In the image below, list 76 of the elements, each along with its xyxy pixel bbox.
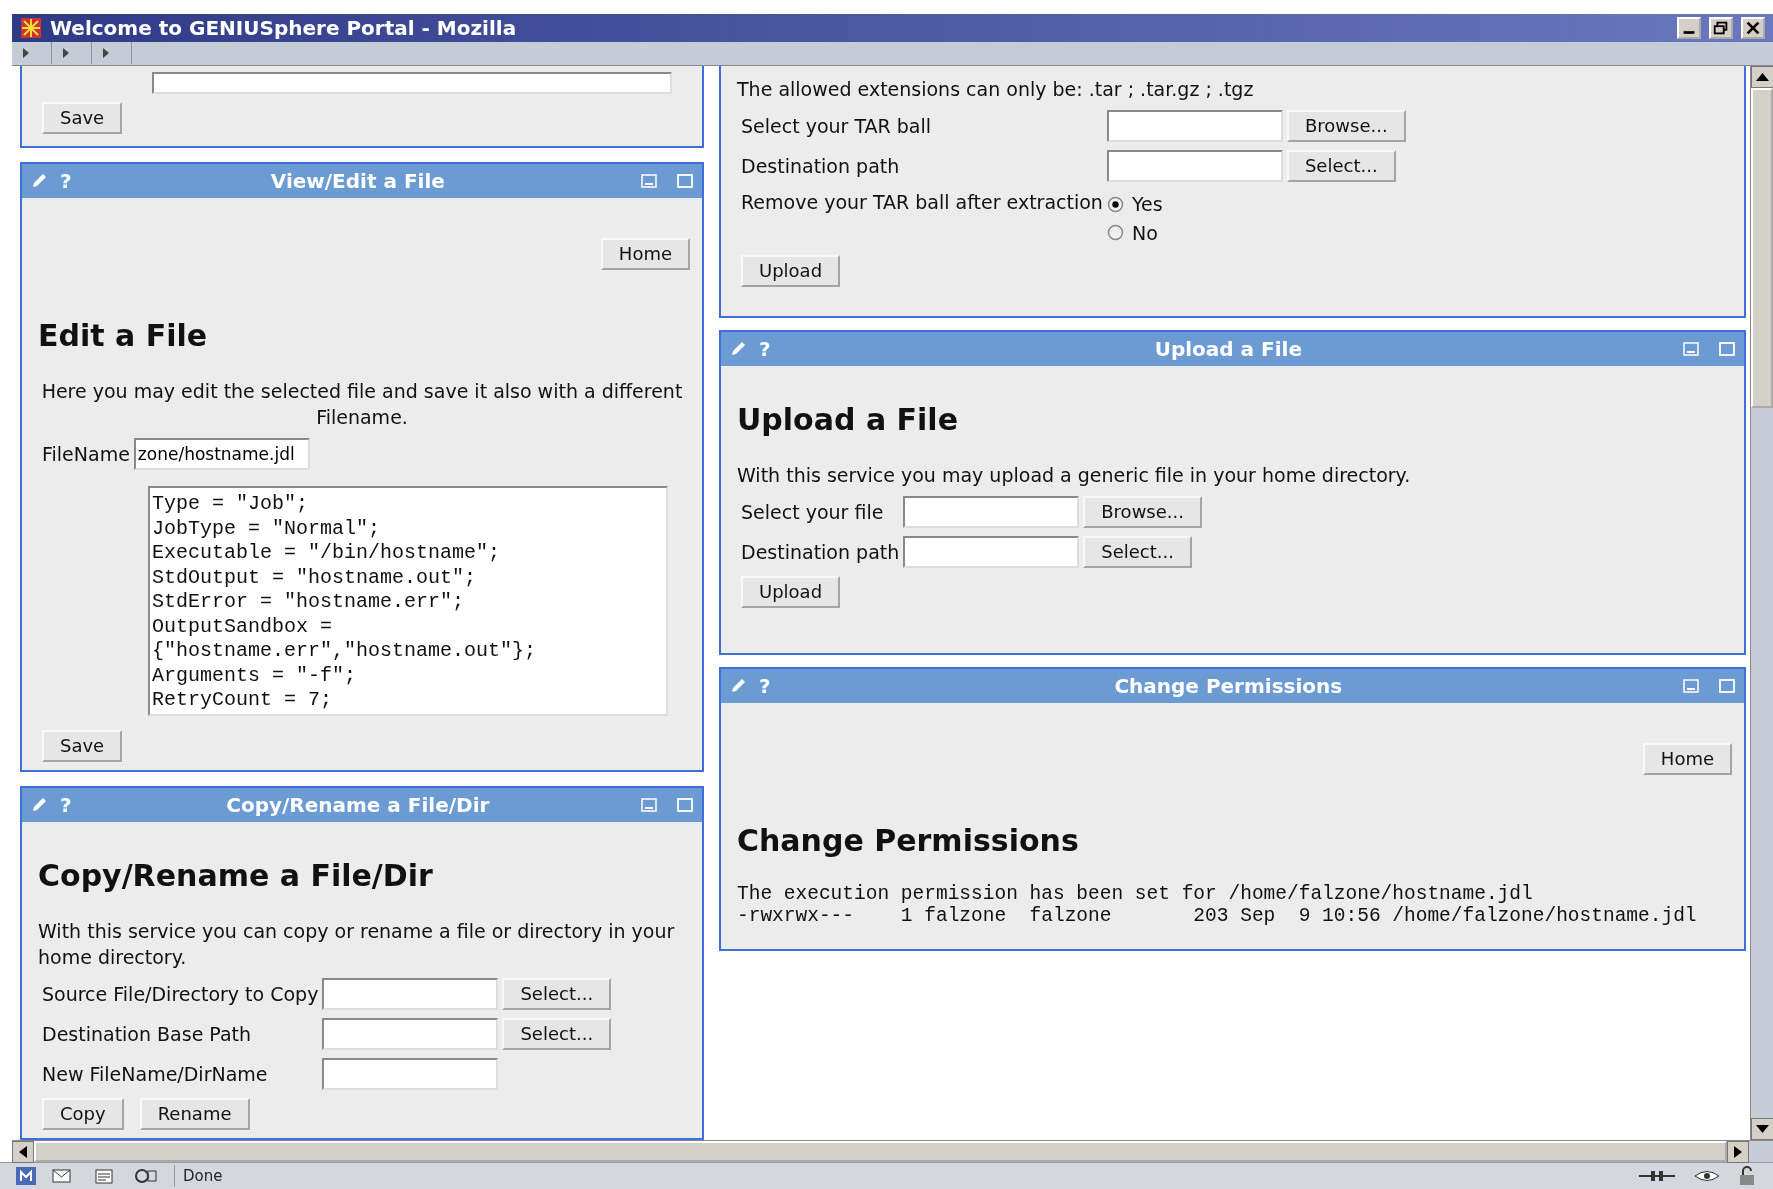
section-heading: Edit a File bbox=[38, 318, 209, 354]
permission-output: The execution permission has been set for /home/falzone/hostname.jdl -rwxrwx--- 1 falzone falzone 203 Sep 9 10:56 /home/falzone/hostname.jdl bbox=[737, 883, 1698, 927]
browse-button[interactable]: Browse... bbox=[1286, 110, 1406, 142]
lock-icon bbox=[1737, 1166, 1757, 1186]
browse-button[interactable]: Select... bbox=[502, 1018, 612, 1050]
minimize-button[interactable] bbox=[1677, 17, 1701, 39]
scroll-up-button[interactable] bbox=[1751, 66, 1773, 88]
panel-title: Upload a File bbox=[1153, 336, 1303, 363]
minimize-icon[interactable] bbox=[1682, 677, 1700, 695]
field-label: Select your TAR ball bbox=[741, 113, 933, 139]
form-button[interactable]: Save bbox=[42, 730, 123, 762]
close-button[interactable] bbox=[1741, 17, 1765, 39]
field-label: Remove your TAR ball after extraction bbox=[741, 190, 1103, 215]
scroll-down-button[interactable] bbox=[1751, 1118, 1773, 1140]
panel-title: Copy/Rename a File/Dir bbox=[225, 792, 491, 819]
panel-title: View/Edit a File bbox=[269, 168, 446, 195]
pencil-icon[interactable] bbox=[729, 340, 747, 358]
pencil-icon[interactable] bbox=[729, 677, 747, 695]
text-field[interactable] bbox=[903, 536, 1080, 568]
panel-title: Change Permissions bbox=[1113, 673, 1344, 700]
browse-button[interactable]: Select... bbox=[1286, 150, 1396, 182]
scroll-right-button[interactable] bbox=[1727, 1141, 1749, 1163]
description-text: Here you may edit the selected file and save it also with a different Filename. bbox=[40, 379, 684, 430]
form-button[interactable]: Copy bbox=[42, 1098, 124, 1130]
home-button[interactable]: Home bbox=[1642, 743, 1732, 775]
form-button[interactable]: Upload bbox=[741, 255, 841, 287]
home-button[interactable]: Home bbox=[600, 238, 690, 270]
field-label: Select your file bbox=[741, 499, 885, 525]
radio-button[interactable] bbox=[1106, 195, 1124, 213]
navigator-icon[interactable] bbox=[16, 1167, 36, 1185]
text-field[interactable]: zone/hostname.jdl bbox=[133, 438, 310, 470]
connection-icon bbox=[1637, 1168, 1677, 1184]
description-text: With this service you can copy or rename a file or directory in your home directory. bbox=[38, 919, 676, 970]
radio-button[interactable] bbox=[1106, 224, 1124, 242]
text-field[interactable] bbox=[903, 496, 1080, 528]
text-field[interactable] bbox=[152, 72, 672, 94]
text-field[interactable] bbox=[322, 1018, 499, 1050]
section-heading: Upload a File bbox=[737, 402, 959, 438]
restore-button[interactable] bbox=[1709, 17, 1733, 39]
app-icon bbox=[20, 17, 42, 39]
browse-button[interactable]: Select... bbox=[502, 978, 612, 1010]
maximize-icon[interactable] bbox=[676, 796, 694, 814]
radio-label: Yes bbox=[1131, 192, 1163, 217]
text-field[interactable] bbox=[322, 1058, 499, 1090]
description-text: The allowed extensions can only be: .tar ; .tar.gz ; .tgz bbox=[737, 77, 1255, 102]
maximize-icon[interactable] bbox=[1718, 340, 1736, 358]
field-label: New FileName/DirName bbox=[42, 1061, 269, 1087]
field-label: FileName bbox=[42, 441, 130, 467]
field-label: Destination path bbox=[741, 539, 900, 565]
maximize-icon[interactable] bbox=[676, 172, 694, 190]
field-label: Destination path bbox=[741, 153, 901, 179]
text-area[interactable]: Type = "Job"; JobType = "Normal"; Executable = "/bin/hostname"; StdOutput = "hostname.out"; StdError = "hostname.err"; OutputSandbox = {"hostname.err","hostname.out"}; Arguments = "-f"; RetryCount = 7; bbox=[148, 486, 668, 716]
pencil-icon[interactable] bbox=[30, 172, 48, 190]
section-heading: Copy/Rename a File/Dir bbox=[38, 858, 434, 894]
browse-button[interactable]: Browse... bbox=[1083, 496, 1202, 528]
section-heading: Change Permissions bbox=[737, 823, 1080, 859]
form-button[interactable]: Upload bbox=[741, 576, 841, 608]
text-field[interactable] bbox=[1106, 110, 1283, 142]
text-field[interactable] bbox=[322, 978, 499, 1010]
form-button[interactable]: Save bbox=[42, 102, 123, 134]
address-book-icon[interactable] bbox=[134, 1167, 158, 1185]
maximize-icon[interactable] bbox=[1718, 677, 1736, 695]
text-field[interactable] bbox=[1106, 150, 1283, 182]
field-label: Source File/Directory to Copy bbox=[42, 981, 319, 1007]
minimize-icon[interactable] bbox=[1682, 340, 1700, 358]
radio-label: No bbox=[1131, 220, 1158, 246]
minimize-icon[interactable] bbox=[640, 172, 658, 190]
field-label: Destination Base Path bbox=[42, 1021, 253, 1047]
scroll-left-button[interactable] bbox=[12, 1141, 34, 1163]
minimize-icon[interactable] bbox=[640, 796, 658, 814]
browse-button[interactable]: Select... bbox=[1083, 536, 1192, 568]
status-text: Done bbox=[174, 1164, 1621, 1188]
pencil-icon[interactable] bbox=[30, 796, 48, 814]
window-title: Welcome to GENIUSphere Portal - Mozilla bbox=[50, 15, 518, 42]
description-text: With this service you may upload a generic file in your home directory. bbox=[737, 463, 1412, 488]
form-button[interactable]: Rename bbox=[139, 1098, 250, 1130]
